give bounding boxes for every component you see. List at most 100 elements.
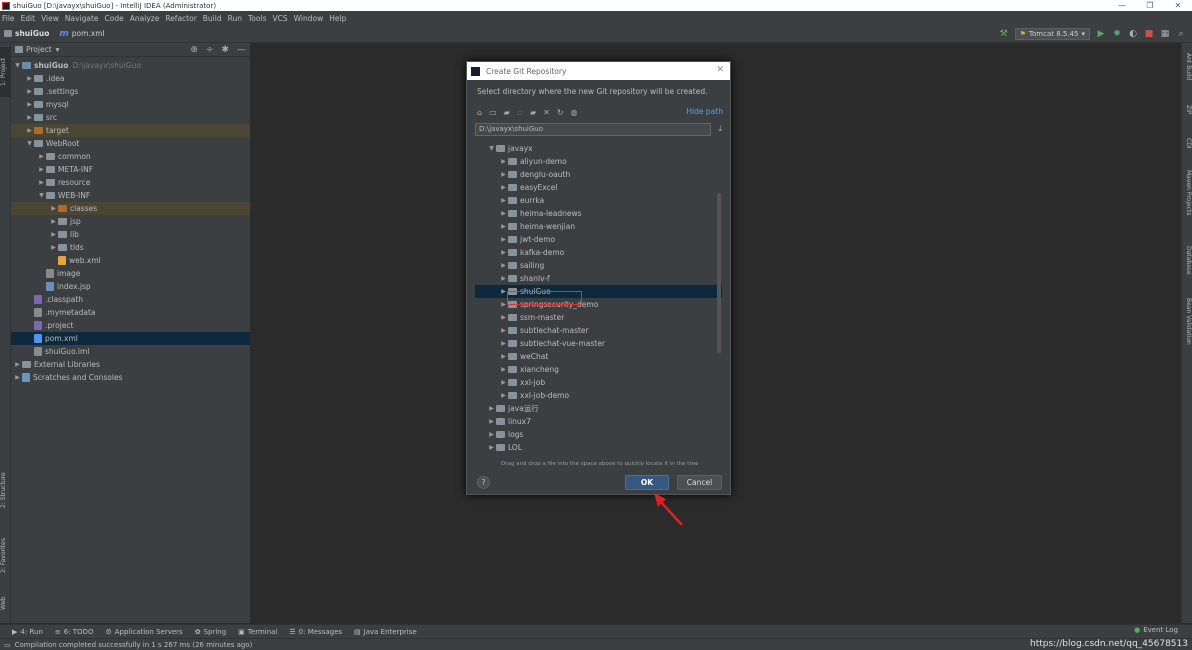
tab-zip[interactable]: ZIP (1181, 105, 1192, 125)
build-hammer-icon[interactable]: ⚒ (999, 29, 1009, 39)
menu-run[interactable]: Run (228, 14, 242, 23)
menu-vcs[interactable]: VCS (272, 14, 287, 23)
menu-file[interactable]: File (2, 14, 15, 23)
tree-item[interactable]: .project (11, 319, 250, 332)
menu-edit[interactable]: Edit (21, 14, 36, 23)
tree-item[interactable]: ▶ .settings (11, 85, 250, 98)
tab-ant-build[interactable]: Ant Build (1181, 53, 1192, 93)
locate-icon[interactable]: ⊕ (190, 45, 198, 55)
run-configuration-select[interactable]: ⚑ Tomcat 8.5.45 ▾ (1014, 28, 1090, 40)
project-structure-icon[interactable]: ▦ (1160, 29, 1170, 39)
breadcrumb-file[interactable]: pom.xml (72, 29, 105, 38)
bottom-tab-messages[interactable]: ☰ 0: Messages (289, 628, 342, 636)
menu-build[interactable]: Build (203, 14, 222, 23)
tab-favorites[interactable]: 2: Favorites (0, 528, 11, 583)
tree-item[interactable]: .classpath (11, 293, 250, 306)
menu-tools[interactable]: Tools (248, 14, 266, 23)
tab-bean-validation[interactable]: Bean Validation (1181, 298, 1192, 363)
minimize-button[interactable]: — (1108, 0, 1136, 11)
expanded-arrow-icon[interactable]: ▼ (487, 145, 496, 152)
desktop-icon[interactable]: ▭ (489, 108, 497, 117)
new-folder-icon[interactable]: ▰ (530, 108, 536, 117)
help-button[interactable]: ? (477, 476, 490, 489)
collapsed-arrow-icon[interactable]: ▶ (499, 210, 508, 217)
expanded-arrow-icon[interactable]: ▼ (37, 192, 46, 199)
collapsed-arrow-icon[interactable]: ▶ (499, 340, 508, 347)
refresh-icon[interactable]: ↻ (557, 108, 564, 117)
tree-item[interactable]: ▶ heima-leadnews (475, 207, 722, 220)
hide-icon[interactable]: — (237, 45, 246, 55)
collapsed-arrow-icon[interactable]: ▶ (49, 244, 58, 251)
tree-item[interactable]: ▶ weChat (475, 350, 722, 363)
menu-analyze[interactable]: Analyze (130, 14, 160, 23)
tree-item[interactable]: ▶ subtlechat-master (475, 324, 722, 337)
bottom-tab-applicationservers[interactable]: ⚙ Application Servers (105, 628, 182, 636)
gear-icon[interactable]: ✱ (221, 45, 229, 55)
collapsed-arrow-icon[interactable]: ▶ (499, 249, 508, 256)
collapsed-arrow-icon[interactable]: ▶ (499, 327, 508, 334)
tree-item[interactable]: web.xml (11, 254, 250, 267)
tab-structure[interactable]: 2: Structure (0, 463, 11, 518)
tree-item[interactable]: ▶ eurrka (475, 194, 722, 207)
breadcrumb-project[interactable]: shuiGuo (4, 29, 49, 38)
collapsed-arrow-icon[interactable]: ▶ (499, 171, 508, 178)
collapsed-arrow-icon[interactable]: ▶ (499, 223, 508, 230)
tree-item-selected[interactable]: pom.xml (11, 332, 250, 345)
menu-refactor[interactable]: Refactor (165, 14, 196, 23)
tree-item[interactable]: ▶ tlds (11, 241, 250, 254)
expanded-arrow-icon[interactable]: ▼ (13, 62, 22, 69)
menu-window[interactable]: Window (294, 14, 324, 23)
tab-cdi[interactable]: CDI (1181, 138, 1192, 158)
collapsed-arrow-icon[interactable]: ▶ (499, 353, 508, 360)
collapsed-arrow-icon[interactable]: ▶ (499, 262, 508, 269)
tree-item[interactable]: ▼ javayx (475, 142, 722, 155)
expanded-arrow-icon[interactable]: ▼ (25, 140, 34, 147)
delete-icon[interactable]: ✕ (543, 108, 550, 117)
tree-item[interactable]: ▶ target (11, 124, 250, 137)
bottom-tab-terminal[interactable]: ▣ Terminal (238, 628, 277, 636)
run-icon[interactable]: ▶ (1096, 29, 1106, 39)
tree-item[interactable]: ▶ Scratches and Consoles (11, 371, 250, 384)
collapsed-arrow-icon[interactable]: ▶ (499, 184, 508, 191)
tree-item[interactable]: ▶ java运行 (475, 402, 722, 415)
bottom-tab-javaenterprise[interactable]: ▤ Java Enterprise (354, 628, 417, 636)
project-panel-title[interactable]: Project (26, 45, 52, 54)
collapsed-arrow-icon[interactable]: ▶ (499, 158, 508, 165)
project-folder-icon[interactable]: ▰ (504, 108, 510, 117)
menu-view[interactable]: View (41, 14, 59, 23)
collapsed-arrow-icon[interactable]: ▶ (49, 205, 58, 212)
tree-item[interactable]: ▶ subtlechat-vue-master (475, 337, 722, 350)
tree-item[interactable]: ▶ xxl-job (475, 376, 722, 389)
tree-item[interactable]: shuiGuo.iml (11, 345, 250, 358)
tree-scrollbar[interactable] (717, 193, 721, 353)
search-icon[interactable]: ⌕ (1176, 29, 1186, 39)
tree-item[interactable]: ▶ mysql (11, 98, 250, 111)
collapsed-arrow-icon[interactable]: ▶ (487, 405, 496, 412)
tree-item[interactable]: ▶ lib (11, 228, 250, 241)
collapsed-arrow-icon[interactable]: ▶ (25, 88, 34, 95)
tree-item[interactable]: ▼ WebRoot (11, 137, 250, 150)
tree-item[interactable]: ▶ jwt-demo (475, 233, 722, 246)
collapse-all-icon[interactable]: ÷ (206, 45, 214, 55)
collapsed-arrow-icon[interactable]: ▶ (13, 361, 22, 368)
tree-item[interactable]: ▶ logs (475, 428, 722, 441)
tree-item[interactable]: index.jsp (11, 280, 250, 293)
tree-item[interactable]: ▶ classes (11, 202, 250, 215)
bottom-tab-spring[interactable]: ✿ Spring (195, 628, 226, 636)
collapsed-arrow-icon[interactable]: ▶ (499, 392, 508, 399)
menu-help[interactable]: Help (329, 14, 346, 23)
tree-item[interactable]: ▶ External Libraries (11, 358, 250, 371)
collapsed-arrow-icon[interactable]: ▶ (487, 418, 496, 425)
chevron-down-icon[interactable]: ▾ (56, 45, 60, 54)
collapsed-arrow-icon[interactable]: ▶ (499, 275, 508, 282)
collapsed-arrow-icon[interactable]: ▶ (499, 314, 508, 321)
tree-item[interactable]: ▶ ssm-master (475, 311, 722, 324)
tree-item[interactable]: ▼ WEB-INF (11, 189, 250, 202)
tree-item[interactable]: .mymetadata (11, 306, 250, 319)
collapsed-arrow-icon[interactable]: ▶ (499, 197, 508, 204)
collapsed-arrow-icon[interactable]: ▶ (49, 218, 58, 225)
tree-item[interactable]: ▶ LOL (475, 441, 722, 454)
collapsed-arrow-icon[interactable]: ▶ (25, 114, 34, 121)
tab-maven-projects[interactable]: Maven Projects (1181, 170, 1192, 240)
show-hidden-icon[interactable]: ◍ (571, 108, 578, 117)
